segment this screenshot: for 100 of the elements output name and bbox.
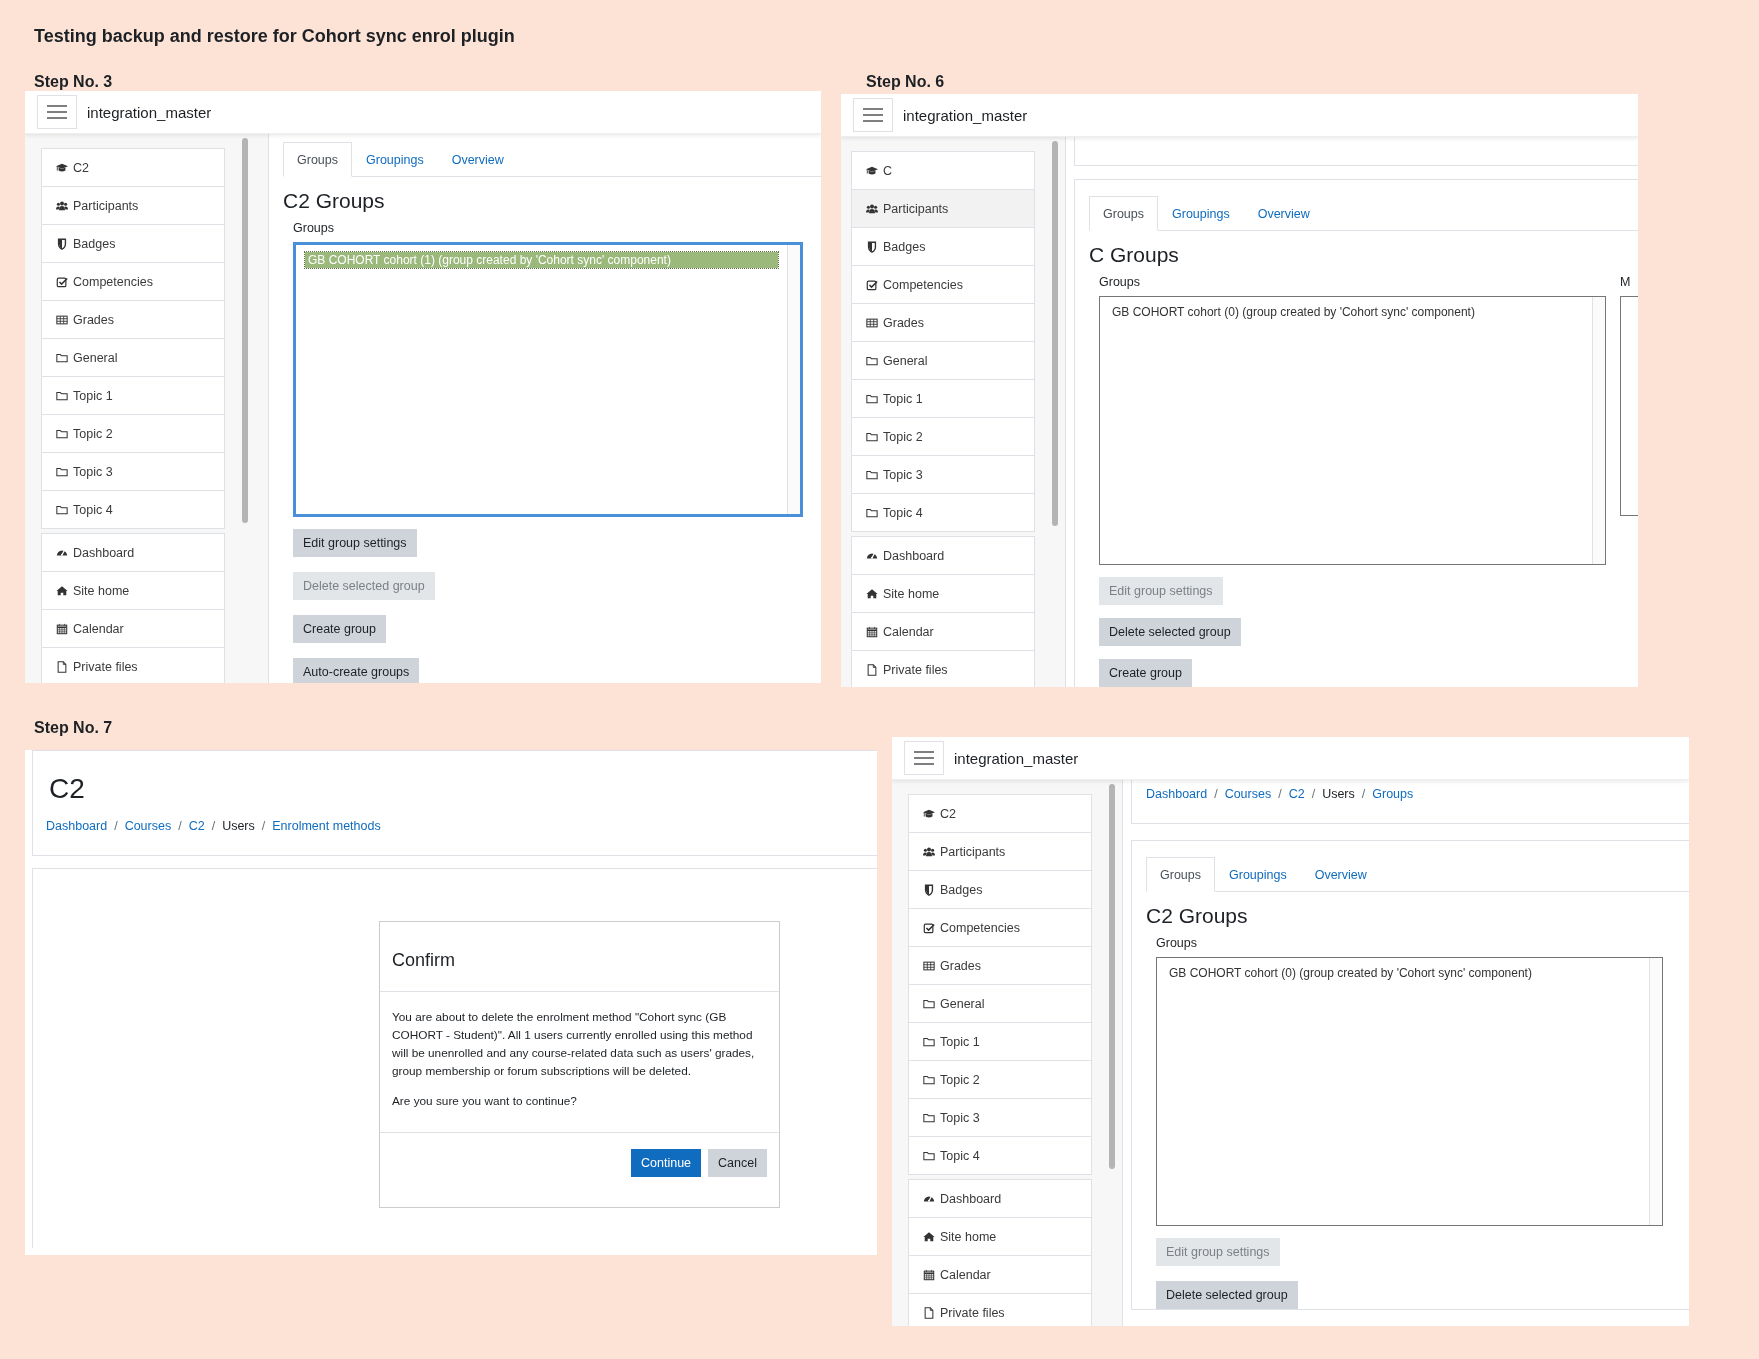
users-icon	[866, 202, 878, 215]
nav-item[interactable]: Private files	[909, 1294, 1091, 1326]
scrollbar-track[interactable]	[1592, 297, 1605, 564]
nav-item[interactable]: Topic 2	[852, 418, 1034, 456]
tab[interactable]: Overview	[1300, 857, 1381, 892]
action-button[interactable]: Edit group settings	[293, 529, 417, 557]
site-name[interactable]: integration_master	[903, 106, 1028, 124]
nav-item[interactable]: Private files	[852, 651, 1034, 687]
nav-item[interactable]: Site home	[852, 575, 1034, 613]
calendar-icon	[56, 622, 68, 635]
nav-item[interactable]: Competencies	[852, 266, 1034, 304]
shield-icon	[56, 237, 68, 250]
nav-item[interactable]: Topic 4	[42, 491, 224, 529]
nav-item[interactable]: Badges	[852, 228, 1034, 266]
nav-item[interactable]: Participants	[909, 833, 1091, 871]
breadcrumb-separator: /	[1311, 787, 1316, 801]
users-icon	[923, 845, 935, 858]
nav-item[interactable]: General	[42, 339, 224, 377]
continue-button[interactable]: Continue	[631, 1149, 702, 1177]
nav-item[interactable]: General	[909, 985, 1091, 1023]
nav-item[interactable]: Participants	[852, 190, 1034, 228]
check-square-icon	[56, 275, 68, 288]
nav-item[interactable]: Calendar	[42, 610, 224, 648]
nav-item[interactable]: Topic 3	[42, 453, 224, 491]
nav-item[interactable]: Topic 3	[852, 456, 1034, 494]
action-button[interactable]: Delete selected group	[1099, 618, 1241, 646]
site-name[interactable]: integration_master	[87, 103, 212, 121]
nav-item[interactable]: Topic 3	[909, 1099, 1091, 1137]
breadcrumb-link[interactable]: Dashboard	[46, 819, 108, 833]
shield-icon	[866, 240, 878, 253]
nav-item[interactable]: C	[852, 152, 1034, 190]
breadcrumb-link[interactable]: Enrolment methods	[272, 819, 381, 833]
step-label: Step No. 3	[33, 73, 114, 91]
nav-item[interactable]: Grades	[42, 301, 224, 339]
tab[interactable]: Groupings	[352, 142, 438, 177]
nav-item[interactable]: General	[852, 342, 1034, 380]
document-title: Testing backup and restore for Cohort sync enrol plugin	[33, 26, 516, 47]
tab[interactable]: Groups	[1089, 196, 1158, 231]
action-button[interactable]: Auto-create groups	[293, 658, 420, 683]
nav-item[interactable]: Topic 1	[42, 377, 224, 415]
breadcrumb-link[interactable]: Courses	[124, 819, 172, 833]
breadcrumb-link[interactable]: C2	[1288, 787, 1305, 801]
folder-icon	[56, 465, 68, 478]
nav-item[interactable]: Topic 4	[909, 1137, 1091, 1175]
graduation-cap-icon	[923, 807, 935, 820]
tab[interactable]: Overview	[437, 142, 518, 177]
nav-item[interactable]: C2	[909, 795, 1091, 833]
field-label: Groups	[1099, 275, 1141, 289]
table-icon	[866, 316, 878, 329]
nav-item[interactable]: Topic 4	[852, 494, 1034, 532]
breadcrumb-link[interactable]: Dashboard	[1146, 787, 1208, 801]
scrollbar-thumb[interactable]	[1109, 784, 1115, 1169]
site-name[interactable]: integration_master	[954, 749, 1079, 767]
scrollbar-track[interactable]	[787, 245, 800, 514]
action-button[interactable]: Create group	[293, 615, 386, 643]
cancel-button[interactable]: Cancel	[708, 1149, 767, 1177]
nav-item[interactable]: Site home	[909, 1218, 1091, 1256]
nav-item[interactable]: Competencies	[42, 263, 224, 301]
nav-item[interactable]: Calendar	[852, 613, 1034, 651]
nav-item[interactable]: Badges	[42, 225, 224, 263]
group-listbox[interactable]: GB COHORT cohort (0) (group created by 'Cohort sync' component)	[1099, 296, 1606, 565]
tab[interactable]: Groups	[283, 142, 352, 177]
tab[interactable]: Groupings	[1158, 196, 1244, 231]
nav-item[interactable]: Dashboard	[852, 537, 1034, 575]
nav-item[interactable]: Calendar	[909, 1256, 1091, 1294]
nav-item[interactable]: Participants	[42, 187, 224, 225]
action-button[interactable]: Create group	[1099, 659, 1192, 687]
tab[interactable]: Groups	[1146, 857, 1215, 892]
menu-button[interactable]	[904, 741, 944, 775]
breadcrumb-link[interactable]: Courses	[1224, 787, 1272, 801]
nav-item[interactable]: Grades	[909, 947, 1091, 985]
nav-item[interactable]: Topic 2	[42, 415, 224, 453]
folder-icon	[56, 351, 68, 364]
nav-item[interactable]: Topic 2	[909, 1061, 1091, 1099]
check-square-icon	[923, 921, 935, 934]
action-button[interactable]: Delete selected group	[1156, 1281, 1298, 1309]
menu-icon	[914, 751, 934, 765]
nav-item[interactable]: Dashboard	[909, 1180, 1091, 1218]
calendar-icon	[923, 1268, 935, 1281]
breadcrumb-link[interactable]: C2	[188, 819, 205, 833]
breadcrumb-link[interactable]: Groups	[1372, 787, 1414, 801]
scrollbar-thumb[interactable]	[242, 138, 248, 523]
tab[interactable]: Groupings	[1215, 857, 1301, 892]
nav-item[interactable]: Competencies	[909, 909, 1091, 947]
group-option[interactable]: GB COHORT cohort (0) (group created by 'Cohort sync' component)	[1166, 965, 1640, 981]
nav-item[interactable]: Topic 1	[909, 1023, 1091, 1061]
nav-item[interactable]: Grades	[852, 304, 1034, 342]
group-option[interactable]: GB COHORT cohort (0) (group created by 'Cohort sync' component)	[1109, 304, 1583, 320]
tab[interactable]: Overview	[1243, 196, 1324, 231]
nav-item[interactable]: Topic 1	[852, 380, 1034, 418]
scrollbar-thumb[interactable]	[1052, 141, 1058, 526]
menu-button[interactable]	[853, 98, 893, 132]
nav-item[interactable]: Site home	[42, 572, 224, 610]
nav-item[interactable]: Badges	[909, 871, 1091, 909]
nav-item[interactable]: Dashboard	[42, 534, 224, 572]
nav-item[interactable]: Private files	[42, 648, 224, 683]
nav-item[interactable]: C2	[42, 149, 224, 187]
group-listbox[interactable]: GB COHORT cohort (0) (group created by 'Cohort sync' component)	[1156, 957, 1663, 1226]
scrollbar-track[interactable]	[1649, 958, 1662, 1225]
menu-button[interactable]	[37, 95, 77, 129]
